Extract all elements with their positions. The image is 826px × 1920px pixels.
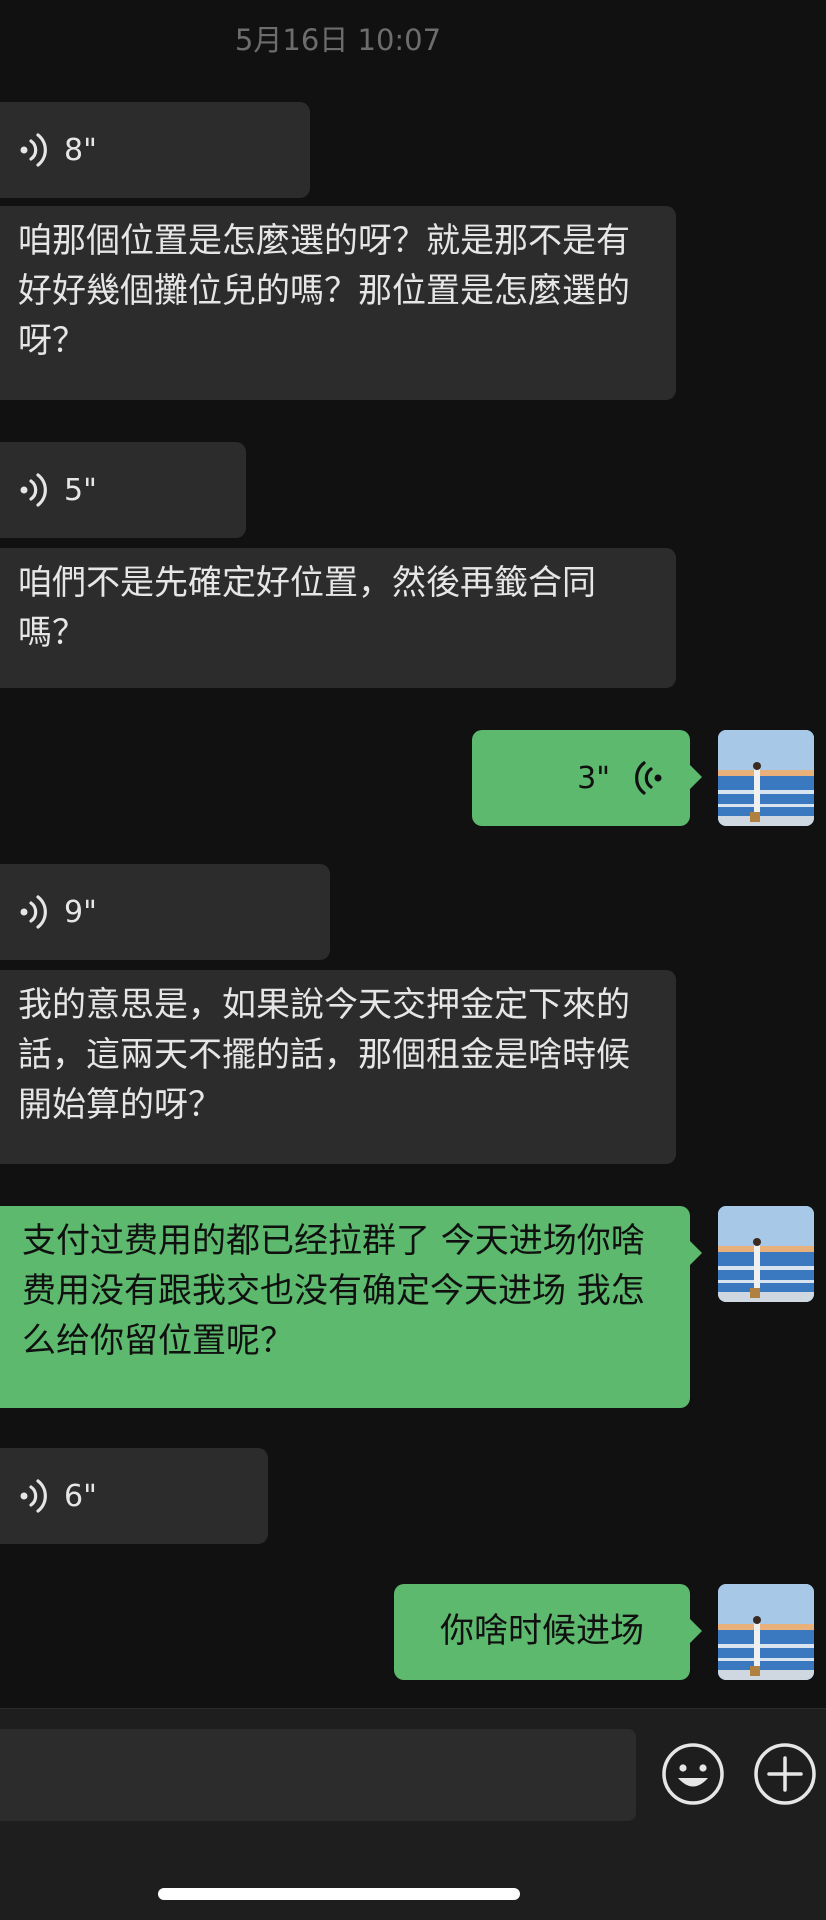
outgoing-text-message[interactable]: 你啥时候进场 bbox=[394, 1584, 702, 1680]
chat-screen: 5月16日 10:07 8" 咱那個位置是怎麼選的呀？就是那不是有好好幾個攤位兒… bbox=[0, 0, 826, 1920]
home-indicator[interactable] bbox=[158, 1888, 520, 1900]
voice-wave-icon bbox=[20, 895, 47, 929]
voice-duration: 5" bbox=[64, 472, 97, 508]
chat-timestamp: 5月16日 10:07 bbox=[234, 23, 442, 57]
incoming-voice-message[interactable]: 6" bbox=[0, 1448, 268, 1544]
message-text: 你啥时候进场 bbox=[440, 1611, 644, 1651]
incoming-voice-message[interactable]: 9" bbox=[0, 864, 330, 960]
avatar[interactable] bbox=[718, 1206, 814, 1302]
voice-duration: 8" bbox=[64, 132, 97, 168]
voice-duration: 3" bbox=[577, 760, 610, 796]
bubble-tail bbox=[689, 764, 702, 790]
message-text: 支付过费用的都已经拉群了 今天进场你啥费用没有跟我交也没有确定今天进场 我怎么给… bbox=[22, 1221, 645, 1361]
avatar[interactable] bbox=[718, 730, 814, 826]
incoming-voice-message[interactable]: 8" bbox=[0, 102, 310, 198]
voice-wave-icon bbox=[20, 133, 47, 167]
incoming-text-message[interactable]: 我的意思是，如果說今天交押金定下來的話，這兩天不擺的話，那個租金是啥時候開始算的… bbox=[0, 970, 676, 1164]
smiley-face-icon[interactable] bbox=[660, 1741, 726, 1807]
plus-circle-icon[interactable] bbox=[752, 1741, 818, 1807]
voice-wave-icon bbox=[20, 1479, 47, 1513]
voice-duration: 9" bbox=[64, 894, 97, 930]
bubble-tail bbox=[689, 1240, 702, 1266]
voice-wave-icon bbox=[20, 473, 47, 507]
voice-duration: 6" bbox=[64, 1478, 97, 1514]
outgoing-voice-message[interactable]: 3" bbox=[472, 730, 702, 826]
outgoing-text-message[interactable]: 支付过费用的都已经拉群了 今天进场你啥费用没有跟我交也没有确定今天进场 我怎么给… bbox=[0, 1206, 702, 1408]
incoming-voice-message[interactable]: 5" bbox=[0, 442, 246, 538]
voice-wave-icon bbox=[635, 761, 662, 795]
message-input[interactable] bbox=[0, 1729, 636, 1821]
bubble-tail bbox=[689, 1618, 702, 1644]
incoming-text-message[interactable]: 咱們不是先確定好位置，然後再籤合同嗎？ bbox=[0, 548, 676, 688]
avatar[interactable] bbox=[718, 1584, 814, 1680]
incoming-text-message[interactable]: 咱那個位置是怎麼選的呀？就是那不是有好好幾個攤位兒的嗎？那位置是怎麼選的呀？ bbox=[0, 206, 676, 400]
